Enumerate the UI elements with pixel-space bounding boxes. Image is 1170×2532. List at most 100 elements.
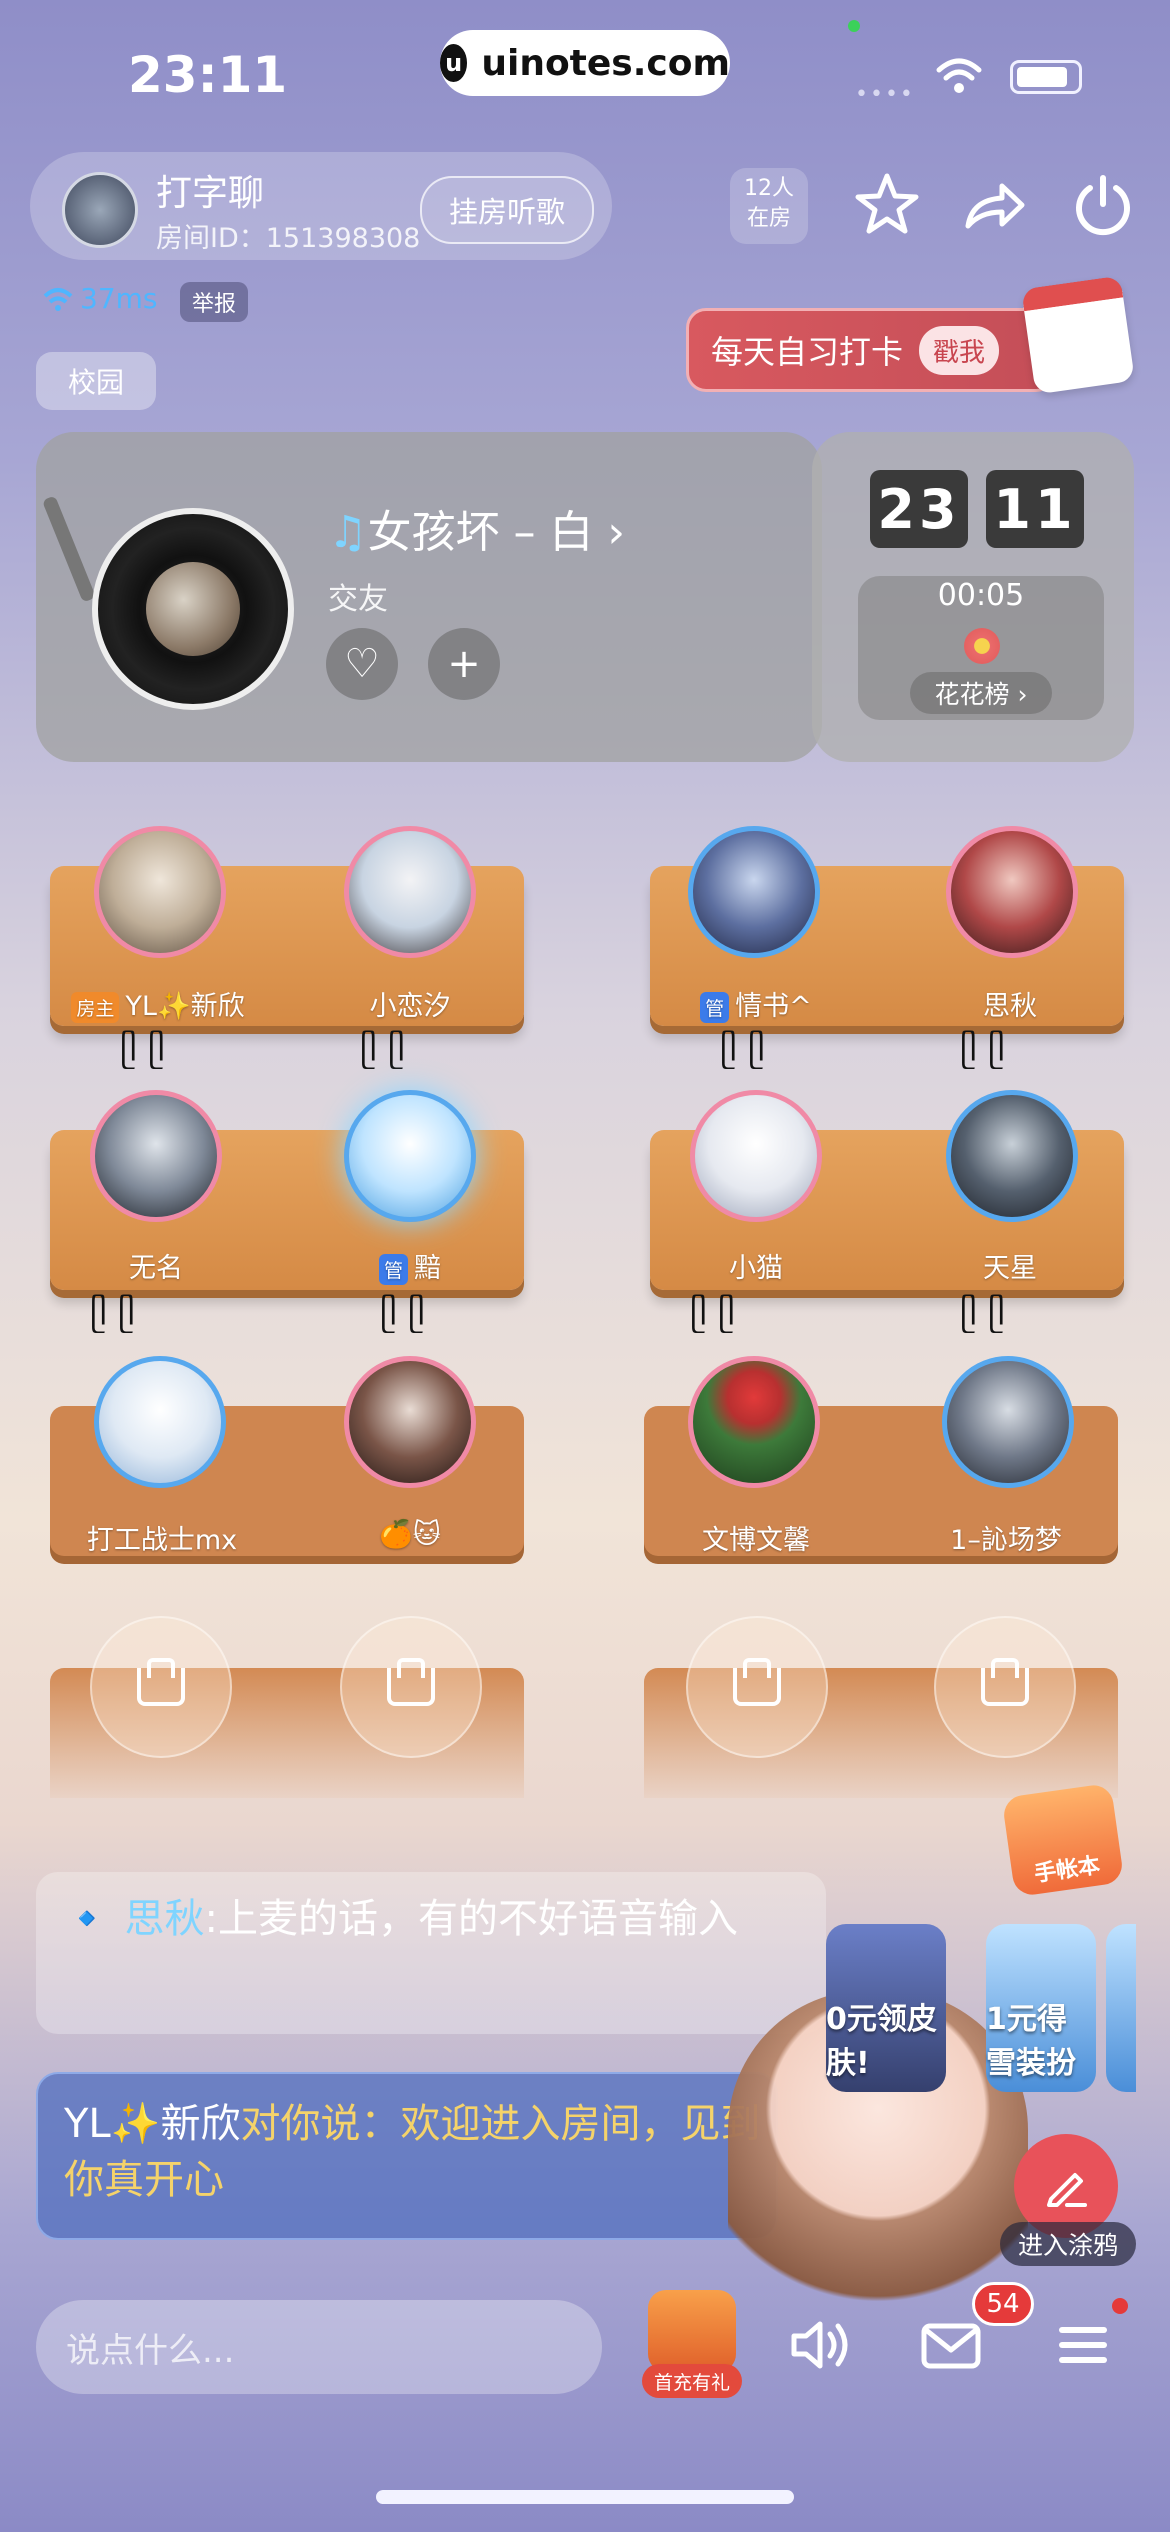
online-count[interactable]: 12人 在房 <box>730 168 808 244</box>
seat-name-5: 无名 <box>129 1253 183 1284</box>
url-pill[interactable]: u uinotes.com <box>440 30 730 96</box>
seat-avatar-8[interactable] <box>946 1090 1078 1222</box>
first-recharge-label[interactable]: 首充有礼 <box>642 2364 742 2398</box>
desk-legs: ᥫ ᥫ <box>360 1030 406 1070</box>
network-ping: 37ms <box>42 282 158 315</box>
daily-checkin-banner[interactable]: 每天自习打卡 戳我 <box>686 308 1056 392</box>
seat-name-text: YL✨新欣 <box>125 991 245 1022</box>
doodle-label[interactable]: 进入涂鸦 <box>1000 2222 1136 2266</box>
pen-icon <box>1047 2173 1087 2207</box>
chat-separator: : <box>204 1896 219 1942</box>
clock-hour: 23 <box>870 470 968 548</box>
room-id: 房间ID：151398308 <box>156 223 421 254</box>
share-icon[interactable] <box>958 170 1028 240</box>
like-button[interactable]: ♡ <box>326 628 398 700</box>
song-tag: 交友 <box>328 582 388 617</box>
menu-notification-dot <box>1112 2298 1128 2314</box>
menu-icon[interactable] <box>1048 2310 1118 2380</box>
chair-icon <box>981 1658 1029 1706</box>
seat-name-8: 天星 <box>983 1253 1037 1284</box>
room-logo[interactable] <box>62 172 138 248</box>
report-button[interactable]: 举报 <box>180 282 249 322</box>
seat-name-text: 黯 <box>414 1253 441 1284</box>
heart-icon: ♡ <box>344 641 380 687</box>
status-time: 23:11 <box>128 46 288 104</box>
uinotes-logo-icon: u <box>440 44 468 82</box>
empty-seat-4[interactable] <box>934 1616 1076 1758</box>
listen-mode-button[interactable]: 挂房听歌 <box>420 176 594 244</box>
flower-rank-button[interactable]: 花花榜 › <box>910 672 1052 714</box>
seat-name-4: 思秋 <box>983 991 1037 1022</box>
desk-legs: ᥫ ᥫ <box>720 1030 766 1070</box>
desk-legs: ᥫ ᥫ <box>380 1294 426 1334</box>
ledger-button[interactable]: 手帐本 <box>1001 1782 1125 1898</box>
seat-name-7: 小猫 <box>729 1253 783 1284</box>
star-icon[interactable] <box>852 170 922 240</box>
empty-seat-3[interactable] <box>686 1616 828 1758</box>
music-note-icon: ♫ <box>328 507 368 558</box>
seat-avatar-2[interactable] <box>344 826 476 958</box>
flower-icon <box>964 628 1000 664</box>
calendar-icon[interactable] <box>1021 275 1135 395</box>
empty-seat-1[interactable] <box>90 1616 232 1758</box>
empty-seat-2[interactable] <box>340 1616 482 1758</box>
user-level-icon: 🔹 <box>62 1896 112 1942</box>
seat-name-1: 房主 YL✨新欣 <box>58 984 258 1023</box>
seat-name-11: 文博文馨 <box>702 1525 810 1556</box>
promo-skin-banner[interactable]: 0元领皮肤! <box>826 1924 946 2092</box>
promo-snow-banner[interactable]: 1元得雪装扮 <box>986 1924 1096 2092</box>
seat-avatar-12[interactable] <box>942 1356 1074 1488</box>
seat-name-12: 1–訫场梦 <box>950 1525 1062 1556</box>
song-title[interactable]: ♫女孩坏 – 白 › <box>328 496 625 560</box>
seat-avatar-11[interactable] <box>688 1356 820 1488</box>
chair-icon <box>137 1658 185 1706</box>
seat-avatar-6[interactable] <box>344 1090 476 1222</box>
seat-avatar-7[interactable] <box>690 1090 822 1222</box>
wifi-icon <box>936 58 982 93</box>
power-icon[interactable] <box>1068 170 1138 240</box>
desk-legs: ᥫ ᥫ <box>960 1030 1006 1070</box>
chat-input[interactable]: 说点什么... <box>36 2300 602 2394</box>
seat-name-2: 小恋汐 <box>369 991 451 1022</box>
desk-legs: ᥫ ᥫ <box>120 1030 166 1070</box>
room-name: 打字聊 <box>156 173 265 214</box>
chat-sender[interactable]: YL✨新欣 <box>64 2101 241 2147</box>
seat-avatar-5[interactable] <box>90 1090 222 1222</box>
speaker-icon[interactable] <box>784 2310 854 2380</box>
admin-badge: 管 <box>700 992 730 1023</box>
mail-icon[interactable] <box>916 2310 986 2380</box>
checkin-stamp-button[interactable]: 戳我 <box>919 325 1000 375</box>
seat-avatar-9[interactable] <box>94 1356 226 1488</box>
seat-name-6: 管黯 <box>310 1246 510 1285</box>
promo-more-banner[interactable] <box>1106 1924 1136 2092</box>
admin-badge: 管 <box>378 1254 408 1285</box>
desk-legs: ᥫ ᥫ <box>690 1294 736 1334</box>
seat-avatar-1[interactable] <box>94 826 226 958</box>
online-count-number: 12人 <box>744 176 794 201</box>
gift-icon[interactable] <box>648 2290 736 2372</box>
url-text: uinotes.com <box>481 42 730 84</box>
owner-badge: 房主 <box>71 992 120 1023</box>
seat-avatar-4[interactable] <box>946 826 1078 958</box>
song-title-text: 女孩坏 – 白 <box>367 507 594 558</box>
privacy-indicator <box>848 20 860 32</box>
chair-icon <box>387 1658 435 1706</box>
ping-value: 37ms <box>80 282 158 315</box>
chat-content: 上麦的话，有的不好语音输入 <box>218 1896 739 1942</box>
wifi-ping-icon <box>43 287 73 311</box>
plus-icon: + <box>447 641 481 687</box>
seat-avatar-3[interactable] <box>688 826 820 958</box>
seat-name-9: 打工战士mx <box>86 1525 238 1556</box>
chat-message-2-text: YL✨新欣对你说：欢迎进入房间，见到你真开心 <box>64 2096 764 2208</box>
home-indicator[interactable] <box>376 2490 794 2504</box>
seat-name-text: 情书^ <box>735 991 812 1022</box>
seat-avatar-10[interactable] <box>344 1356 476 1488</box>
add-song-button[interactable]: + <box>428 628 500 700</box>
room-category-tag[interactable]: 校园 <box>36 352 156 410</box>
chat-sender[interactable]: 思秋 <box>125 1896 205 1942</box>
timer-value: 00:05 <box>937 578 1025 613</box>
album-cover <box>146 562 240 656</box>
checkin-text: 每天自习打卡 <box>711 333 904 371</box>
desk-legs: ᥫ ᥫ <box>90 1294 136 1334</box>
signal-icon: •••• <box>855 82 915 107</box>
